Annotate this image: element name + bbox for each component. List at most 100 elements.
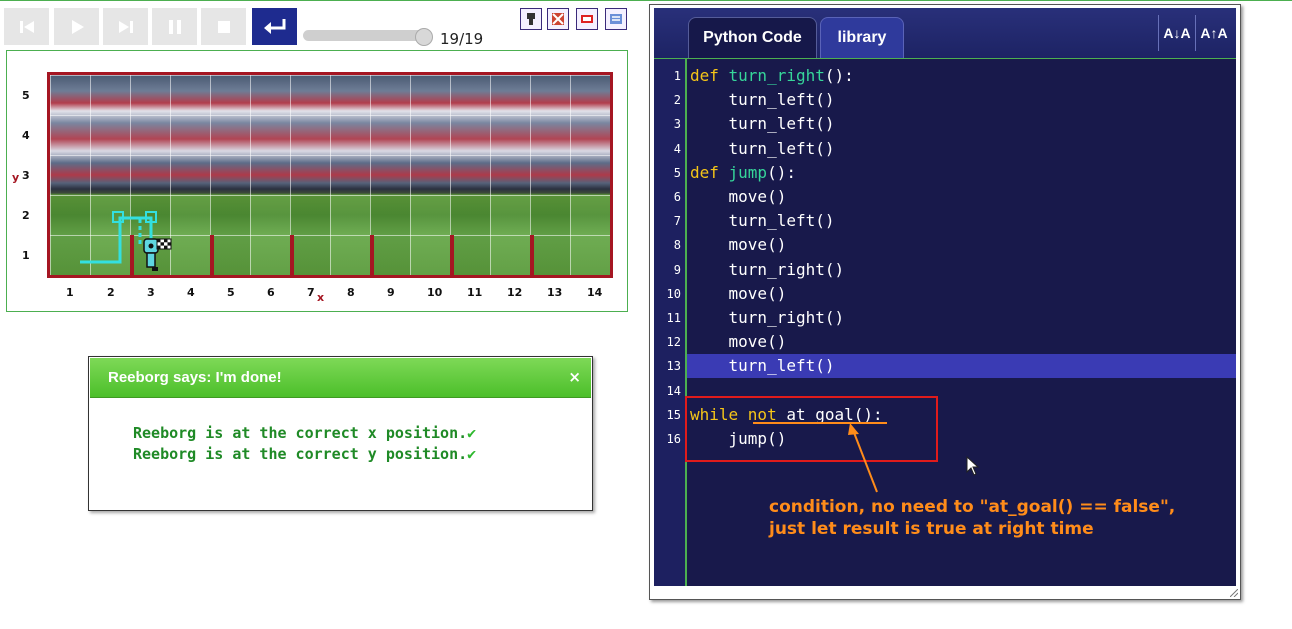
close-icon[interactable]: × [568,368,581,386]
world-grid [47,72,613,278]
dialog-message: Reeborg is at the correct y position.✔ [133,445,476,463]
code-line[interactable]: move() [690,233,787,257]
edit-world-button[interactable] [576,8,598,30]
code-token: turn_left() [690,139,835,158]
increase-font-button[interactable]: A↑A [1195,15,1232,51]
y-axis-name: y [12,171,20,184]
code-token: (): [767,163,796,182]
code-line[interactable]: turn_left() [690,209,835,233]
code-token: turn_left() [690,356,835,375]
message-text: Reeborg is at the correct x position. [133,424,468,442]
clear-world-icon [552,13,564,25]
code-line[interactable]: move() [690,282,787,306]
code-token: move() [690,332,787,351]
x-axis-label: 14 [587,286,603,299]
code-line[interactable]: def turn_right(): [690,64,854,88]
code-token: turn_right [728,66,825,85]
x-axis-label: 10 [427,286,443,299]
tab-python-code[interactable]: Python Code [688,17,817,58]
code-token: def [690,66,729,85]
code-line[interactable]: turn_left() [690,112,835,136]
x-axis-name: x [317,291,325,304]
world-info-button[interactable] [605,8,627,30]
reload-button[interactable] [4,8,49,45]
stop-button[interactable] [201,8,246,45]
y-axis-label: 1 [22,249,30,262]
line-number: 16 [666,432,681,446]
return-button[interactable] [252,8,297,45]
line-number: 14 [666,384,681,398]
return-icon [263,18,285,34]
step-counter: 19/19 [440,30,484,48]
x-axis-label: 4 [187,286,195,299]
line-number: 6 [673,190,681,204]
code-line[interactable]: turn_left() [690,137,835,161]
x-axis-label: 9 [387,286,395,299]
code-line[interactable]: def jump(): [690,161,796,185]
y-axis-label: 3 [22,169,30,182]
decrease-font-button[interactable]: A↓A [1158,15,1195,51]
x-axis-label: 6 [267,286,275,299]
code-token: move() [690,187,787,206]
tab-library[interactable]: library [820,17,904,58]
code-token: turn_right() [690,308,845,327]
goal-flag-icon [156,238,172,250]
x-axis-label: 5 [227,286,235,299]
code-token: jump [728,163,768,182]
y-axis-label: 2 [22,209,30,222]
resize-grip-icon[interactable] [1230,589,1238,597]
pause-button[interactable] [152,8,197,45]
x-axis-label: 3 [147,286,155,299]
line-number: 9 [673,263,681,277]
y-axis-label: 5 [22,89,30,102]
robot-icon-button[interactable] [520,8,542,30]
clear-world-button[interactable] [547,8,569,30]
x-axis-label: 2 [107,286,115,299]
line-number: 7 [673,214,681,228]
code-token: turn_left() [690,114,835,133]
check-icon: ✔ [467,424,477,442]
pause-icon [168,19,181,34]
code-token: (): [824,66,854,85]
run-button[interactable] [54,8,99,45]
code-line[interactable]: turn_left() [690,354,835,378]
code-token: turn_left() [690,90,835,109]
speed-slider[interactable] [303,30,427,41]
code-line[interactable]: turn_right() [690,258,845,282]
annotation-note: condition, no need to "at_goal() == fals… [769,497,1176,539]
x-axis-label: 12 [507,286,523,299]
line-number: 10 [666,287,681,301]
code-line[interactable]: move() [690,185,787,209]
line-number: 13 [666,359,681,373]
step-icon [118,20,133,33]
code-token: turn_right() [690,260,845,279]
message-text: Reeborg is at the correct y position. [133,445,468,463]
line-number: 15 [666,408,681,422]
speed-slider-thumb[interactable] [415,28,433,46]
code-token: move() [690,235,787,254]
world-info-icon [610,14,622,24]
step-button[interactable] [103,8,148,45]
annotation-highlight-box [685,396,938,462]
mouse-cursor-icon [966,456,980,476]
check-icon: ✔ [467,445,477,463]
x-axis-label: 8 [347,286,355,299]
robot-icon [527,13,535,25]
line-number: 4 [673,142,681,156]
line-number: 2 [673,93,681,107]
dialog-message: Reeborg is at the correct x position.✔ [133,424,476,442]
done-dialog: Reeborg says: I'm done! × Reeborg is at … [88,356,593,511]
annotation-arrow [848,423,878,493]
run-icon [71,19,84,34]
editor-tabs-bar: Python Code library A↓A A↑A [654,8,1236,59]
robot-trace [80,211,157,264]
edit-world-icon [581,15,593,23]
line-number: 5 [673,166,681,180]
code-token: def [690,163,729,182]
code-line[interactable]: turn_right() [690,306,845,330]
code-line[interactable]: move() [690,330,787,354]
reload-icon [19,20,34,33]
dialog-header: Reeborg says: I'm done! × [90,358,591,398]
x-axis-label: 11 [467,286,483,299]
code-line[interactable]: turn_left() [690,88,835,112]
